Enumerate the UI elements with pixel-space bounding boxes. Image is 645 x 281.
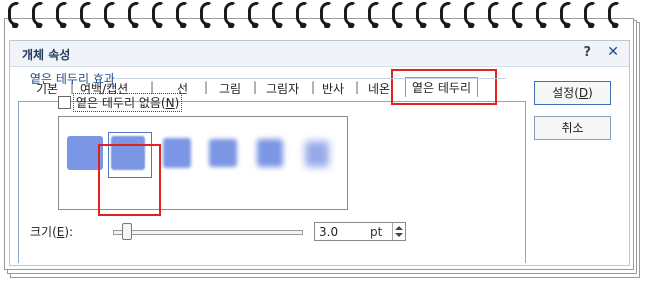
tab-reflection[interactable]: 반사 [322, 80, 344, 97]
binding-ring [272, 2, 284, 28]
tab-neon[interactable]: 네온 [368, 80, 390, 97]
highlight-box-option [98, 144, 161, 216]
binding-ring [368, 2, 380, 28]
soft-edge-option-5[interactable] [257, 139, 283, 167]
no-soft-edge-checkbox[interactable] [58, 96, 71, 109]
tab-separator: | [204, 80, 209, 94]
binding-ring [584, 2, 596, 28]
size-slider-track[interactable] [113, 230, 303, 235]
spin-buttons [392, 223, 405, 240]
tab-separator: | [150, 80, 155, 94]
binding-ring [320, 2, 332, 28]
spin-up-icon[interactable] [395, 226, 403, 230]
close-icon[interactable]: ✕ [607, 44, 619, 60]
binding-ring [200, 2, 212, 28]
tab-panel-border [18, 101, 19, 263]
size-unit: pt [370, 225, 383, 239]
spin-down-icon[interactable] [395, 233, 403, 237]
soft-edge-option-4[interactable] [209, 139, 237, 167]
binding-ring [224, 2, 236, 28]
group-divider [116, 78, 506, 79]
group-title: 옅은 테두리 효과 [30, 72, 115, 86]
tab-separator: | [355, 80, 360, 94]
help-icon[interactable]: ? [583, 45, 591, 60]
binding-ring [440, 2, 452, 28]
spiral-binding [8, 0, 628, 30]
binding-ring [296, 2, 308, 28]
binding-ring [416, 2, 428, 28]
soft-edge-option-6[interactable] [305, 141, 329, 167]
binding-ring [464, 2, 476, 28]
tab-separator: | [311, 80, 316, 94]
binding-ring [488, 2, 500, 28]
binding-ring [560, 2, 572, 28]
binding-ring [248, 2, 260, 28]
soft-edge-option-3[interactable] [163, 138, 191, 168]
binding-ring [8, 2, 20, 28]
highlight-box-tab [391, 69, 497, 105]
binding-ring [392, 2, 404, 28]
binding-ring [512, 2, 524, 28]
set-button[interactable]: 설정(D) [534, 81, 611, 105]
binding-ring [32, 2, 44, 28]
binding-ring [608, 2, 620, 28]
binding-ring [536, 2, 548, 28]
size-label: 크기(E): [30, 225, 74, 239]
binding-ring [104, 2, 116, 28]
size-spinbox[interactable]: 3.0 pt [314, 222, 406, 241]
binding-ring [128, 2, 140, 28]
tab-picture[interactable]: 그림 [219, 80, 241, 97]
size-value[interactable]: 3.0 [319, 225, 338, 239]
size-slider-thumb[interactable] [122, 223, 132, 240]
tab-panel-border [525, 101, 526, 263]
binding-ring [176, 2, 188, 28]
cancel-button[interactable]: 취소 [534, 116, 611, 140]
binding-ring [152, 2, 164, 28]
binding-ring [80, 2, 92, 28]
no-soft-edge-label[interactable]: 옅은 테두리 없음(N) [73, 93, 183, 112]
dialog-title: 개체 속성 [22, 48, 71, 62]
tab-separator: | [253, 80, 258, 94]
binding-ring [344, 2, 356, 28]
tab-shadow[interactable]: 그림자 [266, 80, 299, 97]
dialog-titlebar: 개체 속성 ? ✕ [10, 41, 629, 67]
binding-ring [56, 2, 68, 28]
